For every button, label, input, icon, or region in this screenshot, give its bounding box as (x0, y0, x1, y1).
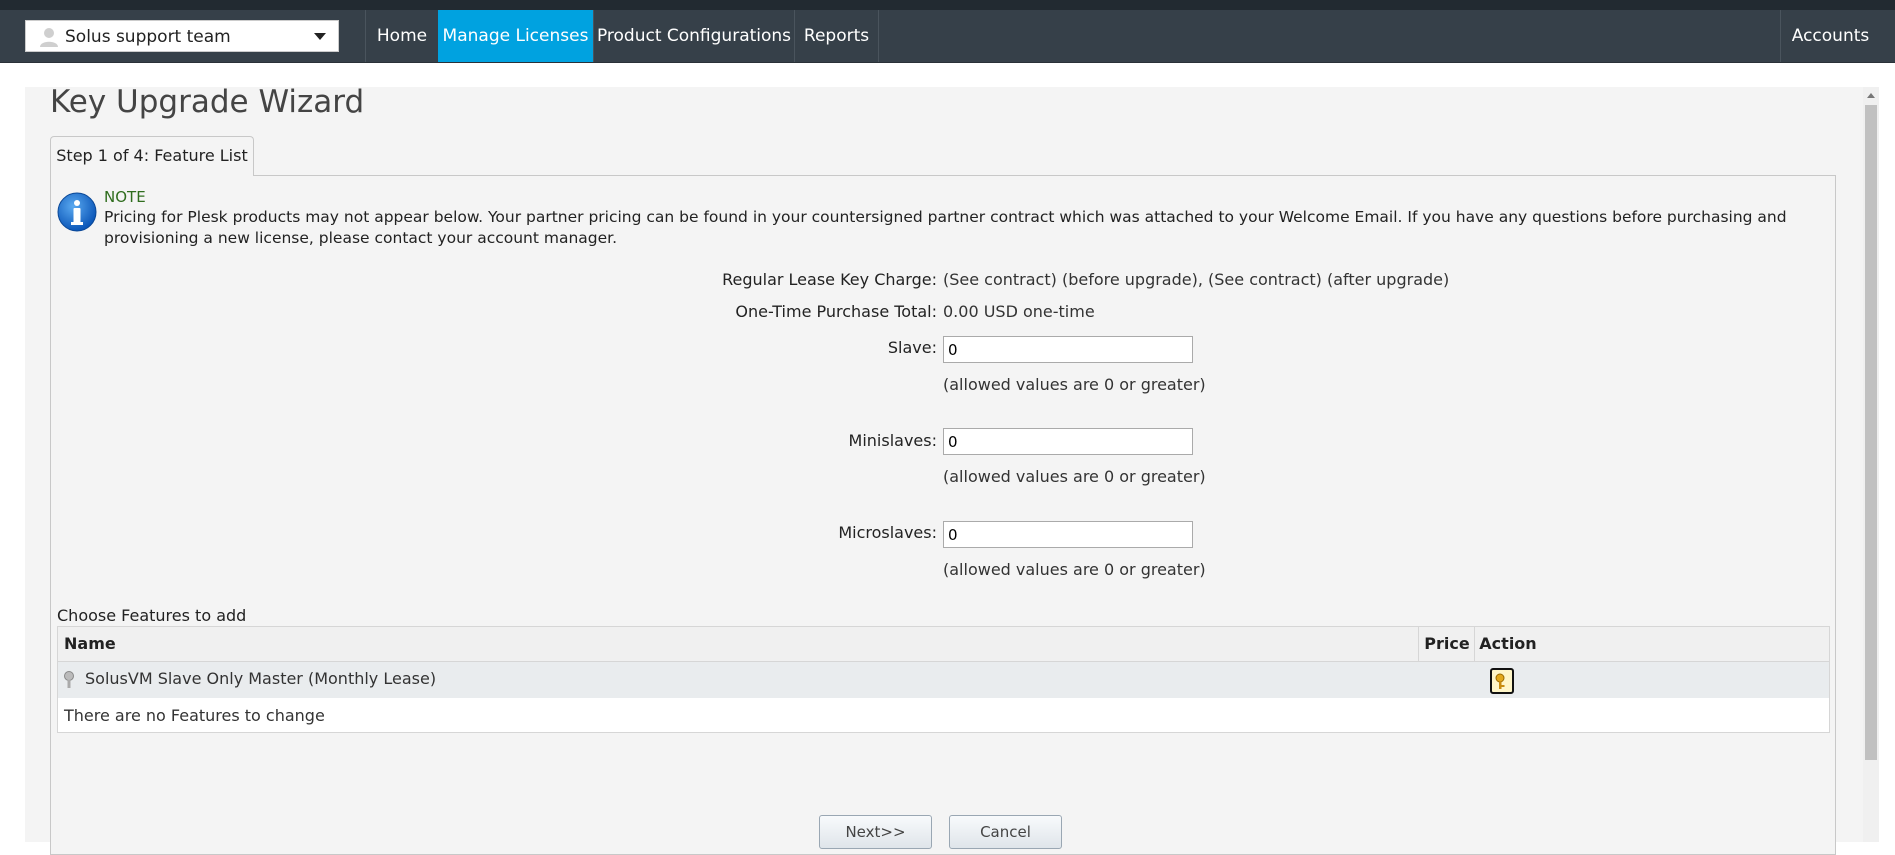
column-header-name: Name (64, 634, 116, 653)
nav-reports[interactable]: Reports (794, 10, 879, 62)
top-navbar: Solus support team Home Manage Licenses … (0, 10, 1895, 63)
minislaves-label: Minislaves: (848, 431, 937, 450)
info-icon (57, 192, 97, 232)
key-upgrade-glyph (1495, 673, 1505, 689)
next-button[interactable]: Next>> (819, 815, 932, 849)
column-header-price: Price (1418, 627, 1475, 661)
upgrade-key-icon[interactable] (1490, 668, 1514, 694)
vertical-scrollbar[interactable] (1863, 87, 1879, 842)
minislaves-hint: (allowed values are 0 or greater) (943, 467, 1206, 486)
table-header: Name Price Action (58, 627, 1829, 662)
user-icon (40, 28, 58, 47)
page-title: Key Upgrade Wizard (50, 84, 365, 120)
tab-feature-list[interactable]: Step 1 of 4: Feature List (50, 136, 254, 176)
note-title: NOTE (104, 188, 146, 206)
microslaves-label: Microslaves: (838, 523, 937, 542)
top-strip (0, 0, 1895, 10)
microslaves-input[interactable] (943, 521, 1193, 548)
empty-features-row: There are no Features to change (58, 699, 1829, 732)
slave-label: Slave: (887, 338, 937, 357)
scroll-up-icon[interactable] (1867, 93, 1875, 98)
features-section-label: Choose Features to add (57, 606, 247, 625)
nav-accounts[interactable]: Accounts (1780, 10, 1880, 62)
key-icon (64, 671, 74, 688)
slave-hint: (allowed values are 0 or greater) (943, 375, 1206, 394)
purchase-total-value: 0.00 USD one-time (943, 302, 1095, 321)
column-header-action: Action (1474, 627, 1541, 661)
slave-input[interactable] (943, 336, 1193, 363)
nav-manage-licenses[interactable]: Manage Licenses (438, 10, 593, 62)
chevron-down-icon (314, 33, 326, 40)
microslaves-hint: (allowed values are 0 or greater) (943, 560, 1206, 579)
note-text: Pricing for Plesk products may not appea… (104, 208, 1787, 247)
table-row: SolusVM Slave Only Master (Monthly Lease… (58, 662, 1829, 699)
minislaves-input[interactable] (943, 428, 1193, 455)
lease-charge-value: (See contract) (before upgrade), (See co… (943, 270, 1450, 289)
empty-features-message: There are no Features to change (64, 706, 325, 725)
cancel-button[interactable]: Cancel (949, 815, 1062, 849)
nav-product-configurations[interactable]: Product Configurations (593, 10, 794, 62)
account-selector[interactable]: Solus support team (25, 20, 339, 52)
account-selector-label: Solus support team (65, 27, 231, 47)
scrollbar-thumb[interactable] (1865, 105, 1877, 760)
feature-name: SolusVM Slave Only Master (Monthly Lease… (85, 669, 437, 688)
nav-home[interactable]: Home (365, 10, 438, 62)
lease-charge-label: Regular Lease Key Charge: (722, 270, 937, 289)
purchase-total-label: One-Time Purchase Total: (735, 302, 937, 321)
features-table: Name Price Action SolusVM Slave Only Mas… (57, 626, 1830, 733)
